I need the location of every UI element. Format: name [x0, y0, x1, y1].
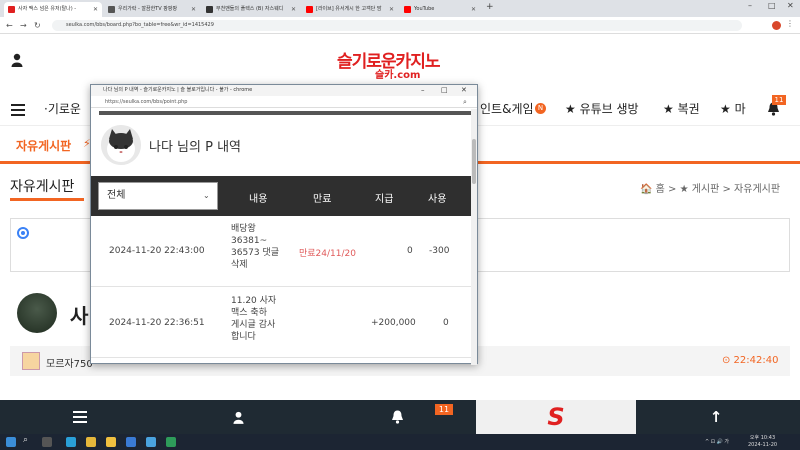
notification-count-badge: 11	[772, 95, 786, 105]
address-bar: ← → ↻ seulka.com/bbs/board.php?bo_table=…	[0, 17, 800, 34]
column-header-used: 사용	[428, 194, 447, 205]
board-title-underline	[10, 198, 84, 201]
row-divider	[91, 286, 477, 287]
tray-icons[interactable]: ^ ⊡ 🔊 가	[705, 438, 729, 445]
column-header-given: 지급	[375, 194, 394, 205]
menu-icon[interactable]: ⋮	[786, 19, 794, 28]
nav-item-events[interactable]: 인트&게임	[480, 100, 534, 117]
app-icon-3[interactable]	[166, 437, 176, 447]
popup-search-icon[interactable]: ⌕	[463, 96, 467, 108]
browser-tab-1[interactable]: 사자 맥스 넘은 유저(탈나) - ✕	[4, 2, 102, 17]
nav-item-more[interactable]: ★ 마	[720, 100, 746, 117]
board-title: 자유게시판	[10, 179, 75, 195]
post-title: 사	[70, 304, 89, 328]
author-avatar[interactable]	[22, 352, 40, 370]
popup-header-line	[99, 111, 475, 115]
row-expire: 만료24/11/20	[299, 249, 356, 259]
url-input[interactable]: seulka.com/bbs/board.php?bo_table=free&w…	[52, 20, 742, 31]
close-tab-icon[interactable]: ✕	[93, 2, 98, 17]
filter-select[interactable]: 전체 ⌄	[98, 182, 218, 210]
row-content: 11.20 사자 맥스 축하 게시글 감사 합니다	[231, 296, 277, 342]
search-icon[interactable]: ⌕	[23, 435, 28, 445]
nav-item-lottery[interactable]: ★ 복권	[663, 100, 700, 117]
bottom-nav-bar: 11 S ↑	[0, 400, 800, 434]
forward-icon[interactable]: →	[20, 20, 27, 31]
popup-scrollbar-thumb[interactable]	[472, 139, 476, 184]
new-tab-button[interactable]: +	[486, 2, 494, 12]
close-tab-icon[interactable]: ✕	[191, 2, 196, 17]
minimize-icon[interactable]: –	[748, 1, 752, 10]
maximize-icon[interactable]: □	[768, 1, 776, 10]
browser-tab-bar: 사자 맥스 넘은 유저(탈나) - ✕ 우리가락 - 깔끔한TV 팡팡팡 ✕ 부…	[0, 0, 800, 17]
user-icon[interactable]	[11, 53, 23, 71]
row-date: 2024-11-20 22:36:51	[109, 318, 205, 328]
popup-maximize-icon[interactable]: □	[441, 85, 448, 96]
browser-tab-2[interactable]: 우리가락 - 깔끔한TV 팡팡팡 ✕	[104, 2, 200, 17]
radio-button[interactable]	[17, 227, 29, 239]
hamburger-menu-icon[interactable]	[11, 101, 25, 120]
bottom-logo-button[interactable]: S	[476, 400, 636, 434]
bottom-user-button[interactable]	[158, 400, 318, 434]
bottom-menu-button[interactable]	[0, 400, 160, 434]
site-favicon-icon	[8, 6, 15, 13]
subnav-free-board[interactable]: 자유게시판	[16, 137, 71, 154]
folder-icon[interactable]	[106, 437, 116, 447]
windows-start-icon[interactable]	[6, 437, 16, 447]
tab-favicon-icon	[206, 6, 213, 13]
chevron-down-icon: ⌄	[203, 191, 210, 200]
bottom-notification-badge: 11	[435, 404, 453, 415]
column-header-expire: 만료	[313, 194, 332, 205]
point-history-popup: 나다 님의 P 내역 - 슬기로운카지노 | 슬 블로거입니다 - 불가 - c…	[90, 84, 478, 365]
author-name[interactable]: 모르자750	[46, 355, 93, 370]
profile-avatar[interactable]	[772, 21, 781, 30]
popup-avatar	[101, 125, 141, 165]
close-tab-icon[interactable]: ✕	[471, 2, 476, 17]
row-used: -300	[429, 246, 450, 256]
new-badge: N	[535, 103, 546, 114]
column-header-content: 내용	[249, 194, 268, 205]
popup-heading: 나다 님의 P 내역	[149, 140, 241, 155]
row-divider	[91, 357, 477, 358]
row-given: 0	[407, 246, 413, 256]
close-tab-icon[interactable]: ✕	[291, 2, 296, 17]
os-taskbar: ⌕ ^ ⊡ 🔊 가 오후 10:43 2024-11-20	[0, 434, 800, 450]
app-icon[interactable]	[126, 437, 136, 447]
popup-scrollbar[interactable]	[471, 109, 477, 365]
breadcrumb[interactable]: 🏠 홈 > ★ 게시판 > 자유게시판	[640, 180, 780, 195]
post-avatar	[17, 293, 57, 333]
reload-icon[interactable]: ↻	[34, 20, 41, 31]
post-time: ⊙ 22:42:40	[722, 355, 779, 366]
browser-tab-4[interactable]: [라이브] 유서게시 한 고객단 맘 ✕	[302, 2, 398, 17]
app-icon-2[interactable]	[146, 437, 156, 447]
back-icon[interactable]: ←	[6, 20, 13, 31]
edge-icon[interactable]	[66, 437, 76, 447]
nav-item-youtube[interactable]: ★ 유튜브 생방	[565, 100, 639, 117]
task-view-icon[interactable]	[42, 437, 52, 447]
youtube-icon	[306, 6, 313, 13]
popup-title-bar: 나다 님의 P 내역 - 슬기로운카지노 | 슬 블로거입니다 - 불가 - c…	[91, 85, 477, 96]
browser-tab-5[interactable]: YouTube ✕	[400, 2, 480, 17]
row-given: +200,000	[371, 318, 416, 328]
row-used: 0	[443, 318, 449, 328]
nav-item-left[interactable]: ·기로운	[44, 100, 81, 117]
close-tab-icon[interactable]: ✕	[389, 2, 394, 17]
clock[interactable]: 오후 10:43 2024-11-20	[748, 435, 777, 449]
scroll-top-button[interactable]: ↑	[636, 400, 796, 434]
tab-favicon-icon	[108, 6, 115, 13]
site-logo-sub: 슬카.com	[375, 70, 421, 81]
close-window-icon[interactable]: ✕	[787, 1, 794, 10]
popup-close-icon[interactable]: ✕	[461, 85, 467, 96]
arrow-up-icon: ↑	[709, 408, 723, 426]
browser-tab-3[interactable]: 부천맨들의 플렉스 (B) 자스웨디 ✕	[202, 2, 300, 17]
cat-avatar-icon	[101, 125, 141, 165]
chrome-icon[interactable]	[86, 437, 96, 447]
row-date: 2024-11-20 22:43:00	[109, 246, 205, 256]
bottom-bell-button[interactable]	[317, 400, 477, 434]
popup-url-bar[interactable]: https://seulka.com/bbs/point.php ⌕	[91, 96, 477, 108]
youtube-icon	[404, 6, 411, 13]
popup-minimize-icon[interactable]: –	[421, 85, 425, 96]
row-content: 배당왕 36381~ 36573 댓글 삭제	[231, 224, 280, 270]
s-logo-icon: S	[547, 403, 565, 431]
